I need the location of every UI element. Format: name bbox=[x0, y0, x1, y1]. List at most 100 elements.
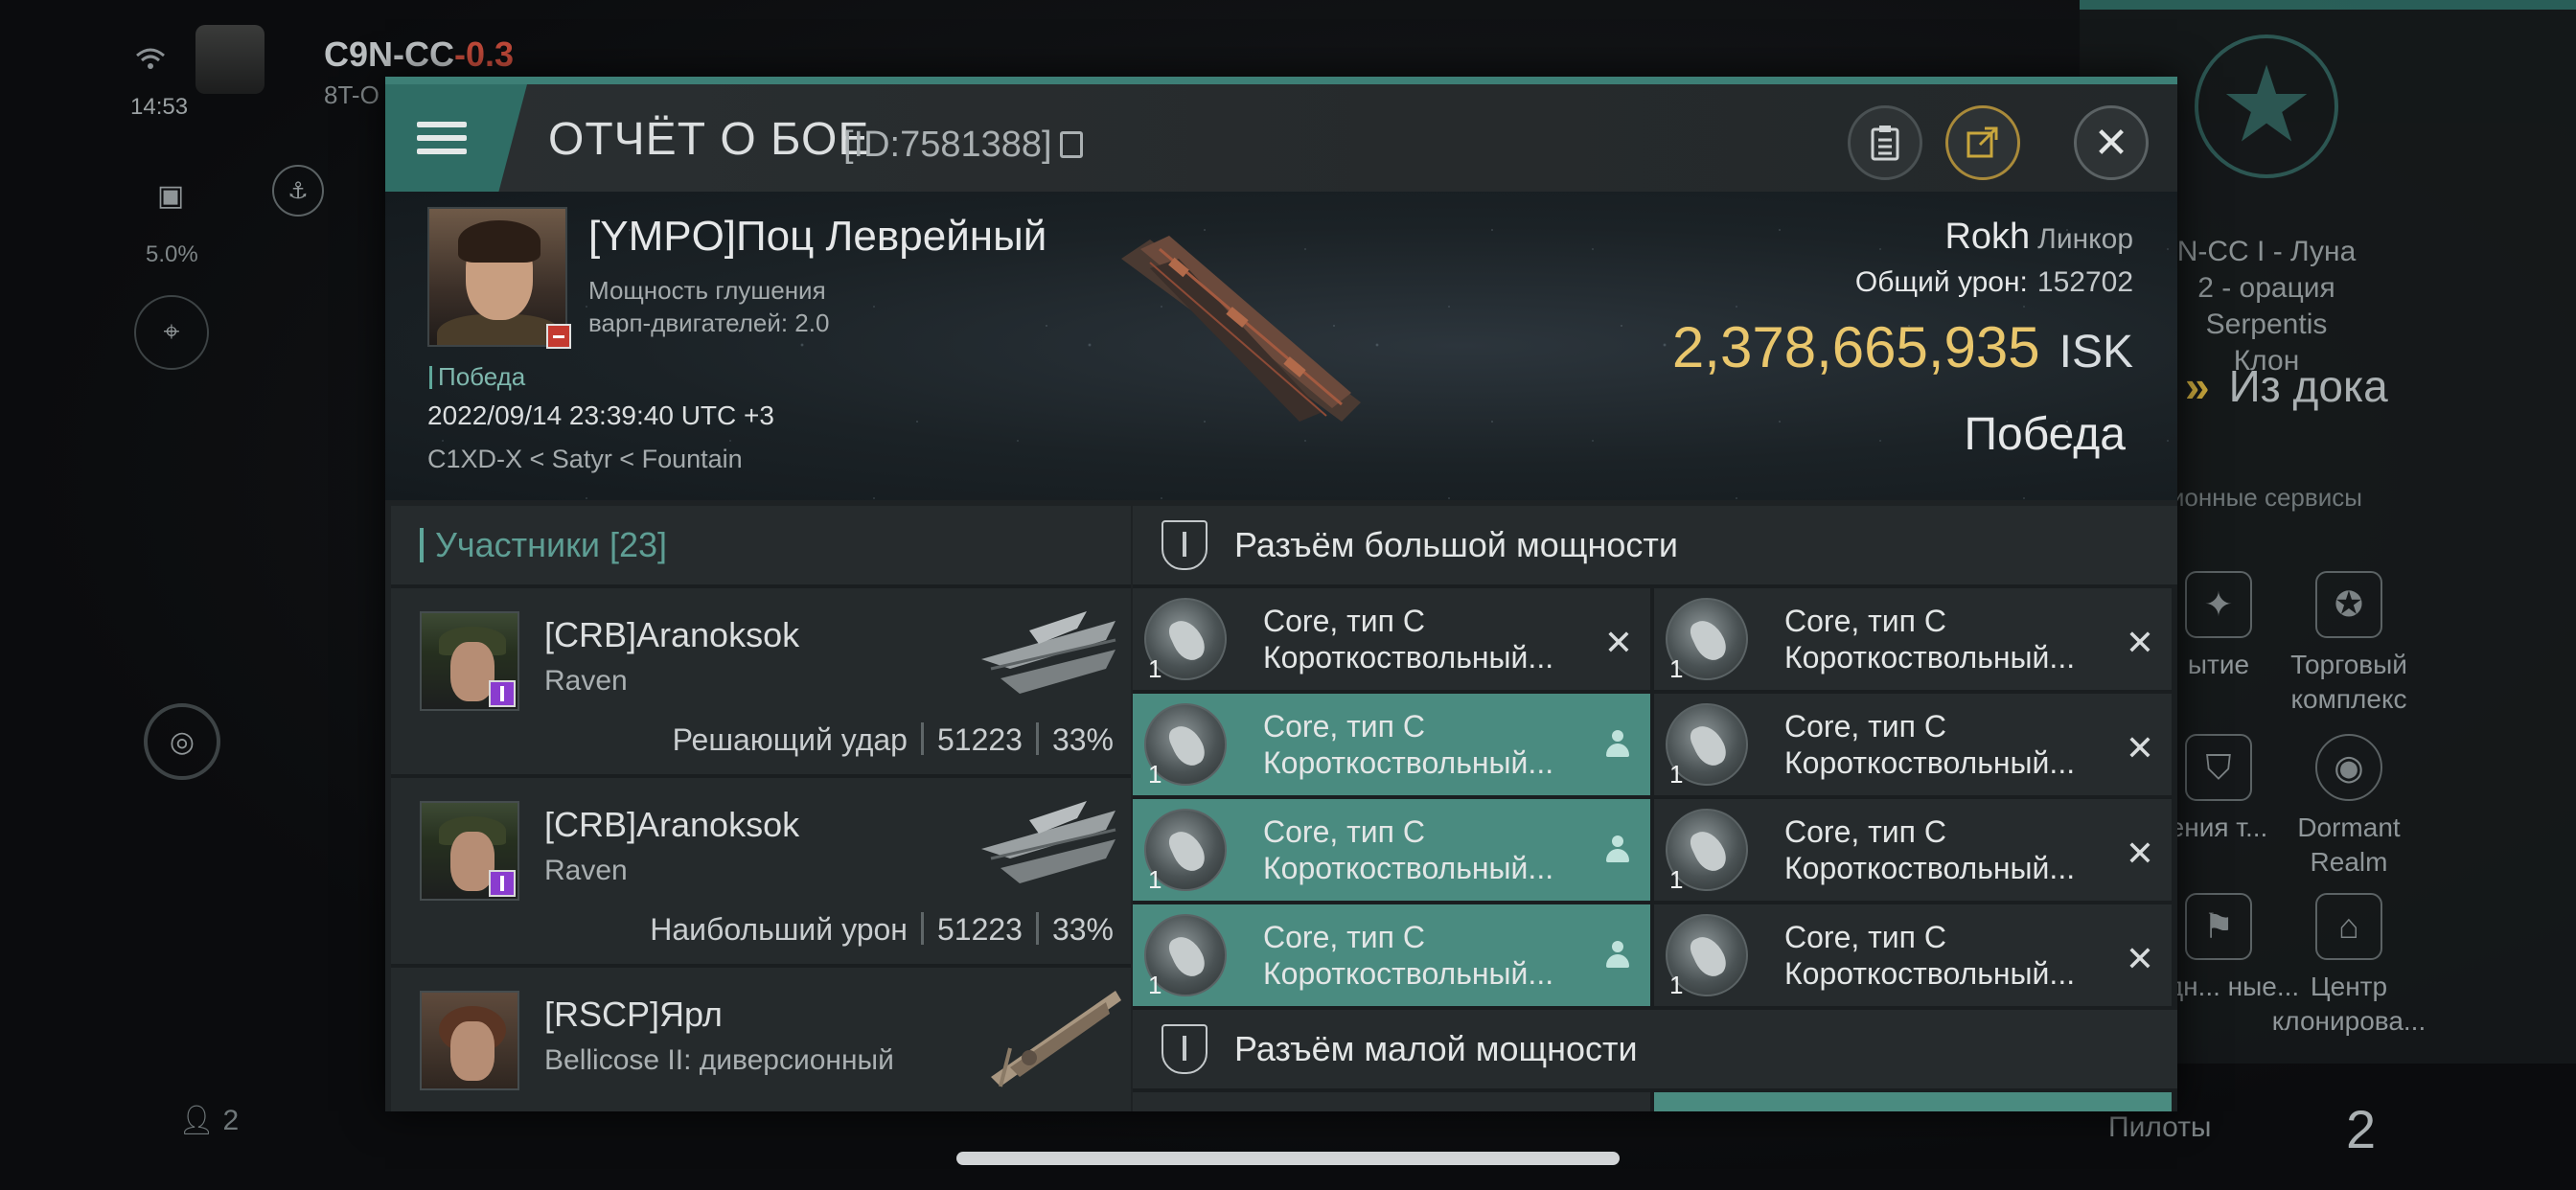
module-name-line1: Core, тип C bbox=[1784, 920, 1946, 954]
dropped-person-icon bbox=[1606, 941, 1629, 970]
ship-type[interactable]: Rokh Линкор bbox=[1944, 217, 2133, 258]
destroyed-icon: ✕ bbox=[2125, 623, 2154, 662]
flag-icon: ⚑ bbox=[2185, 893, 2252, 960]
services-label: ционные сервисы bbox=[2156, 483, 2362, 512]
battle-result: Победа bbox=[1964, 409, 2127, 460]
module-item[interactable]: 1 Core, тип C Короткоствольный... ✕ bbox=[1133, 588, 1650, 690]
standing-badge-icon bbox=[546, 324, 571, 349]
participant-ship-image bbox=[981, 801, 1116, 883]
portal-icon: ◉ bbox=[2315, 734, 2382, 801]
participant-row[interactable]: [CRB]Aranoksok Raven Решающий удар 51223… bbox=[391, 584, 1131, 774]
module-qty: 1 bbox=[1148, 654, 1162, 683]
isk-value: 2,378,665,935 ISK bbox=[1672, 314, 2133, 380]
participant-avatar bbox=[420, 991, 519, 1090]
local-count: 2 bbox=[222, 1105, 240, 1136]
high-slot-label: Разъём большой мощности bbox=[1234, 525, 1678, 564]
close-button[interactable]: ✕ bbox=[2074, 105, 2149, 180]
fleet-icon[interactable]: ⚓ bbox=[272, 165, 324, 217]
module-item[interactable]: 1 Core, тип C Короткоствольный... ✕ bbox=[1654, 799, 2172, 901]
low-slot-icon bbox=[1162, 1024, 1208, 1074]
module-qty: 1 bbox=[1148, 971, 1162, 999]
participant-role: Наибольший урон bbox=[650, 912, 908, 947]
module-item[interactable]: 1 Core, тип C Короткоствольный... ✕ bbox=[1654, 694, 2172, 795]
participant-ship-image bbox=[981, 611, 1116, 694]
service-label: Центр клонирова... bbox=[2271, 972, 2426, 1036]
share-button[interactable] bbox=[1945, 105, 2020, 180]
module-name-line1: Core, тип C bbox=[1263, 604, 1425, 638]
service-label: Торговый комплекс bbox=[2290, 650, 2407, 714]
participants-header[interactable]: Участники [23] bbox=[391, 506, 1131, 584]
participant-name: [RSCP]Ярл bbox=[544, 995, 723, 1034]
module-item[interactable]: 1 Core, тип C Короткоствольный... ✕ bbox=[1654, 904, 2172, 1006]
module-item[interactable]: 1 Core, тип C Короткоствольный... ✕ bbox=[1654, 588, 2172, 690]
module-name-line2: Короткоствольный... bbox=[1784, 956, 2076, 991]
service-label: Dormant Realm bbox=[2297, 812, 2401, 877]
system-name-text: C9N-CC bbox=[324, 34, 455, 74]
module-item[interactable]: 1 Core, тип C Короткоствольный... bbox=[1133, 694, 1650, 795]
home-indicator[interactable] bbox=[956, 1152, 1620, 1165]
participant-name: [CRB]Aranoksok bbox=[544, 615, 800, 654]
victory-tag: Победа bbox=[429, 362, 525, 392]
pilots-count: 2 bbox=[2346, 1099, 2377, 1159]
service-clone-center[interactable]: ⌂ Центр клонирова... bbox=[2267, 893, 2430, 1039]
module-item[interactable]: 1 Core, тип C Короткоствольный... bbox=[1133, 799, 1650, 901]
total-damage-label: Общий урон: bbox=[1854, 266, 2028, 298]
participant-damage-pct: 33% bbox=[1051, 912, 1114, 947]
ship-image[interactable] bbox=[1112, 220, 1370, 431]
share-icon bbox=[1966, 126, 1998, 158]
menu-button[interactable] bbox=[385, 84, 527, 192]
module-name-line1: Core, тип C bbox=[1784, 814, 1946, 849]
location-pin-icon[interactable]: ⌖ bbox=[134, 295, 209, 370]
participant-row[interactable]: [RSCP]Ярл Bellicose II: диверсионный bbox=[391, 964, 1131, 1111]
module-name-line2: Короткоствольный... bbox=[1263, 640, 1554, 675]
fleet-badge-icon bbox=[489, 870, 516, 897]
victim-attr-line2: варп-двигателей: 2.0 bbox=[588, 309, 830, 337]
module-item[interactable] bbox=[1654, 1092, 2172, 1111]
shield-icon: ⛉ bbox=[2185, 734, 2252, 801]
destroyed-icon: ✕ bbox=[2125, 728, 2154, 767]
participant-role: Решающий удар bbox=[672, 722, 908, 757]
module-item[interactable]: 1 Core, тип C Короткоствольный... bbox=[1133, 904, 1650, 1006]
participant-row[interactable]: [CRB]Aranoksok Raven Наибольший урон 512… bbox=[391, 774, 1131, 964]
participant-ship: Raven bbox=[544, 665, 628, 697]
kill-summary: [YMPO]Поц Леврейный Мощность глушения ва… bbox=[385, 192, 2177, 500]
report-id[interactable]: [ID:7581388] bbox=[843, 125, 1083, 166]
participant-ship: Bellicose II: диверсионный bbox=[544, 1044, 894, 1076]
module-qty: 1 bbox=[1148, 865, 1162, 894]
service-label: ытие bbox=[2187, 650, 2250, 679]
report-details-button[interactable] bbox=[1848, 105, 1922, 180]
clock-time: 14:53 bbox=[130, 94, 189, 120]
copy-icon bbox=[1059, 131, 1083, 158]
participant-avatar bbox=[420, 611, 519, 711]
target-icon[interactable]: ◎ bbox=[144, 703, 220, 780]
victim-name[interactable]: [YMPO]Поц Леврейный bbox=[588, 213, 1046, 261]
participant-ship: Raven bbox=[544, 855, 628, 886]
undock-label: Из дока bbox=[2228, 361, 2388, 411]
destroyed-icon: ✕ bbox=[2125, 939, 2154, 978]
total-damage: Общий урон: 152702 bbox=[1855, 266, 2133, 299]
isk-unit: ISK bbox=[2058, 327, 2133, 378]
station-panel-strip bbox=[2080, 0, 2576, 10]
person-icon: 👤︎ bbox=[178, 1105, 216, 1136]
corporation-star-icon: ★ bbox=[2195, 34, 2338, 178]
participants-panel: Участники [23] [CRB]Aranoksok Raven Реша… bbox=[391, 506, 1131, 1111]
kill-location[interactable]: C1XD-X < Satyr < Fountain bbox=[427, 445, 743, 474]
module-name-line2: Короткоствольный... bbox=[1784, 851, 2076, 885]
system-security: -0.3 bbox=[454, 34, 515, 74]
cargo-icon[interactable]: ▣ bbox=[140, 165, 201, 226]
low-slot-header[interactable]: Разъём малой мощности bbox=[1133, 1010, 2177, 1088]
module-name-line2: Короткоствольный... bbox=[1263, 956, 1554, 991]
service-dormant-realm[interactable]: ◉ Dormant Realm bbox=[2267, 734, 2430, 880]
fitting-panel: Разъём большой мощности 1 Core, тип C Ко… bbox=[1133, 506, 2177, 1111]
close-icon: ✕ bbox=[2093, 119, 2129, 167]
module-item[interactable] bbox=[1133, 1092, 1650, 1111]
undock-button[interactable]: » Из дока bbox=[2185, 360, 2388, 412]
high-slot-header[interactable]: Разъём большой мощности bbox=[1133, 506, 2177, 584]
service-market[interactable]: ✪ Торговый комплекс bbox=[2267, 571, 2430, 717]
module-name-line1: Core, тип C bbox=[1263, 814, 1425, 849]
pilot-avatar[interactable] bbox=[196, 25, 264, 94]
local-chat-count[interactable]: 👤︎ 2 bbox=[178, 1104, 239, 1137]
system-name[interactable]: C9N-CC-0.3 bbox=[324, 34, 514, 75]
dropped-person-icon bbox=[1606, 730, 1629, 759]
system-region: 8T-O bbox=[324, 80, 380, 109]
